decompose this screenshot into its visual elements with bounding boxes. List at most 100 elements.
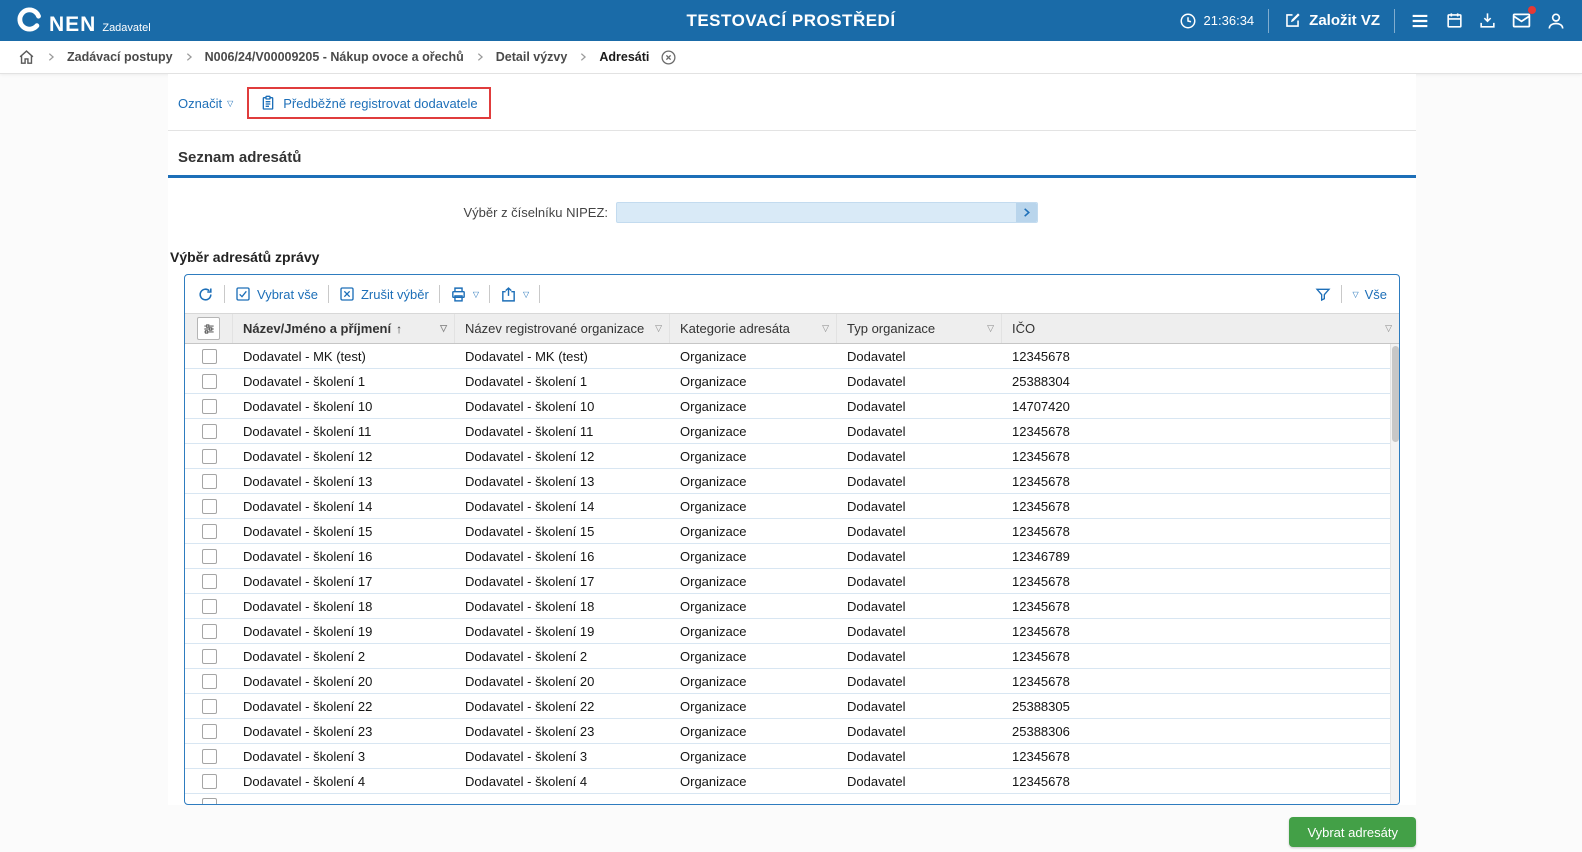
table-row[interactable]: Dodavatel - školení 11 Dodavatel - škole… xyxy=(185,419,1399,444)
table-row[interactable]: Dodavatel - školení 14 Dodavatel - škole… xyxy=(185,494,1399,519)
row-checkbox[interactable] xyxy=(202,499,217,514)
breadcrumb-item-detail-vyzvy[interactable]: Detail výzvy xyxy=(496,50,568,64)
table-row[interactable]: Dodavatel - školení 22 Dodavatel - škole… xyxy=(185,694,1399,719)
table-row[interactable]: Dodavatel - školení 20 Dodavatel - škole… xyxy=(185,669,1399,694)
table-row[interactable]: Dodavatel - školení 1 Dodavatel - školen… xyxy=(185,369,1399,394)
cell-category: Organizace xyxy=(670,474,837,489)
column-filter-icon[interactable]: ▽ xyxy=(655,323,662,334)
column-filter-icon[interactable]: ▽ xyxy=(1385,323,1392,334)
cell-type: Dodavatel xyxy=(837,449,1002,464)
download-button[interactable] xyxy=(1478,11,1497,30)
row-checkbox[interactable] xyxy=(202,449,217,464)
table-row[interactable]: Dodavatel - školení 16 Dodavatel - škole… xyxy=(185,544,1399,569)
table-row[interactable]: Dodavatel - školení 15 Dodavatel - škole… xyxy=(185,519,1399,544)
row-checkbox[interactable] xyxy=(202,599,217,614)
column-header-type[interactable]: Typ organizace ▽ xyxy=(837,314,1002,343)
column-settings-icon xyxy=(202,322,216,336)
row-checkbox[interactable] xyxy=(202,349,217,364)
row-select-cell xyxy=(185,499,233,514)
nipez-open-button[interactable] xyxy=(1016,203,1037,222)
row-checkbox[interactable] xyxy=(202,424,217,439)
cell-type: Dodavatel xyxy=(837,699,1002,714)
row-checkbox[interactable] xyxy=(202,674,217,689)
partial-row[interactable] xyxy=(185,794,1399,804)
messages-button[interactable] xyxy=(1511,10,1532,31)
cell-organization: Dodavatel - školení 3 xyxy=(455,749,670,764)
column-header-category[interactable]: Kategorie adresáta ▽ xyxy=(670,314,837,343)
close-icon[interactable] xyxy=(660,49,677,66)
column-filter-icon[interactable]: ▽ xyxy=(822,323,829,334)
table-row[interactable]: Dodavatel - školení 4 Dodavatel - školen… xyxy=(185,769,1399,794)
row-checkbox[interactable] xyxy=(202,374,217,389)
row-checkbox[interactable] xyxy=(202,399,217,414)
select-all-button[interactable]: Vybrat vše xyxy=(235,286,318,302)
table-row[interactable]: Dodavatel - školení 2 Dodavatel - školen… xyxy=(185,644,1399,669)
table-row[interactable]: Dodavatel - školení 23 Dodavatel - škole… xyxy=(185,719,1399,744)
home-icon[interactable] xyxy=(18,49,35,66)
table-row[interactable]: Dodavatel - školení 13 Dodavatel - škole… xyxy=(185,469,1399,494)
nipez-input[interactable] xyxy=(616,202,1038,223)
row-checkbox[interactable] xyxy=(202,724,217,739)
table-row[interactable]: Dodavatel - školení 3 Dodavatel - školen… xyxy=(185,744,1399,769)
export-button[interactable]: ▽ xyxy=(500,286,529,303)
cell-name: Dodavatel - školení 10 xyxy=(233,399,455,414)
row-checkbox[interactable] xyxy=(202,574,217,589)
column-header-name[interactable]: Název/Jméno a příjmení ↑ ▽ xyxy=(233,314,455,343)
toolbar-separator xyxy=(489,285,490,303)
vertical-scrollbar[interactable] xyxy=(1390,344,1399,804)
user-profile-button[interactable] xyxy=(1546,11,1566,31)
print-button[interactable]: ▽ xyxy=(450,286,479,303)
row-checkbox[interactable] xyxy=(202,474,217,489)
app-logo[interactable]: NEN Zadavatel xyxy=(16,6,151,35)
cell-category: Organizace xyxy=(670,599,837,614)
cell-category: Organizace xyxy=(670,524,837,539)
row-checkbox[interactable] xyxy=(202,699,217,714)
row-select-cell xyxy=(185,724,233,739)
table-row[interactable]: Dodavatel - školení 17 Dodavatel - škole… xyxy=(185,569,1399,594)
cell-type: Dodavatel xyxy=(837,724,1002,739)
refresh-button[interactable] xyxy=(197,286,214,303)
table-row[interactable]: Dodavatel - školení 12 Dodavatel - škole… xyxy=(185,444,1399,469)
breadcrumb: Zadávací postupy N006/24/V00009205 - Nák… xyxy=(0,41,1582,74)
create-vz-button[interactable]: Založit VZ xyxy=(1283,11,1380,30)
cell-organization: Dodavatel - školení 1 xyxy=(455,374,670,389)
row-checkbox[interactable] xyxy=(202,524,217,539)
column-filter-icon[interactable]: ▽ xyxy=(440,323,447,334)
column-header-organization[interactable]: Název registrované organizace ▽ xyxy=(455,314,670,343)
column-filter-icon[interactable]: ▽ xyxy=(987,323,994,334)
row-checkbox[interactable] xyxy=(202,549,217,564)
scrollbar-thumb[interactable] xyxy=(1392,346,1399,442)
cell-ico: 12345678 xyxy=(1002,749,1399,764)
table-row[interactable]: Dodavatel - školení 19 Dodavatel - škole… xyxy=(185,619,1399,644)
table-row[interactable]: Dodavatel - školení 18 Dodavatel - škole… xyxy=(185,594,1399,619)
table-row[interactable]: Dodavatel - MK (test) Dodavatel - MK (te… xyxy=(185,344,1399,369)
cell-name: Dodavatel - školení 14 xyxy=(233,499,455,514)
session-time: 21:36:34 xyxy=(1204,13,1255,28)
breadcrumb-item-adresati[interactable]: Adresáti xyxy=(599,50,649,64)
funnel-icon xyxy=(1315,286,1331,302)
menu-button[interactable] xyxy=(1409,10,1431,32)
calendar-button[interactable] xyxy=(1445,11,1464,30)
column-header-ico[interactable]: IČO ▽ xyxy=(1002,314,1399,343)
cell-name: Dodavatel - MK (test) xyxy=(233,349,455,364)
column-settings-button[interactable] xyxy=(197,317,220,340)
row-checkbox[interactable] xyxy=(202,749,217,764)
preregister-supplier-button[interactable]: Předběžně registrovat dodavatele xyxy=(247,87,490,119)
page-title: Seznam adresátů xyxy=(168,149,1416,178)
cell-name: Dodavatel - školení 22 xyxy=(233,699,455,714)
edit-icon xyxy=(1283,11,1302,30)
clear-selection-button[interactable]: Zrušit výběr xyxy=(339,286,429,302)
breadcrumb-item-zadavaci-postupy[interactable]: Zadávací postupy xyxy=(67,50,173,64)
row-checkbox[interactable] xyxy=(202,624,217,639)
mark-dropdown[interactable]: Označit ▽ xyxy=(178,96,233,111)
filter-button[interactable] xyxy=(1315,286,1331,302)
table-row[interactable]: Dodavatel - školení 10 Dodavatel - škole… xyxy=(185,394,1399,419)
breadcrumb-item-procedure[interactable]: N006/24/V00009205 - Nákup ovoce a ořechů xyxy=(205,50,464,64)
row-checkbox[interactable] xyxy=(202,649,217,664)
row-checkbox[interactable] xyxy=(202,774,217,789)
filter-scope-dropdown[interactable]: ▽ Vše xyxy=(1352,287,1387,302)
cell-type: Dodavatel xyxy=(837,499,1002,514)
column-header-name-label: Název/Jméno a příjmení xyxy=(243,321,391,336)
row-checkbox[interactable] xyxy=(202,798,217,804)
select-recipients-button[interactable]: Vybrat adresáty xyxy=(1289,817,1416,847)
